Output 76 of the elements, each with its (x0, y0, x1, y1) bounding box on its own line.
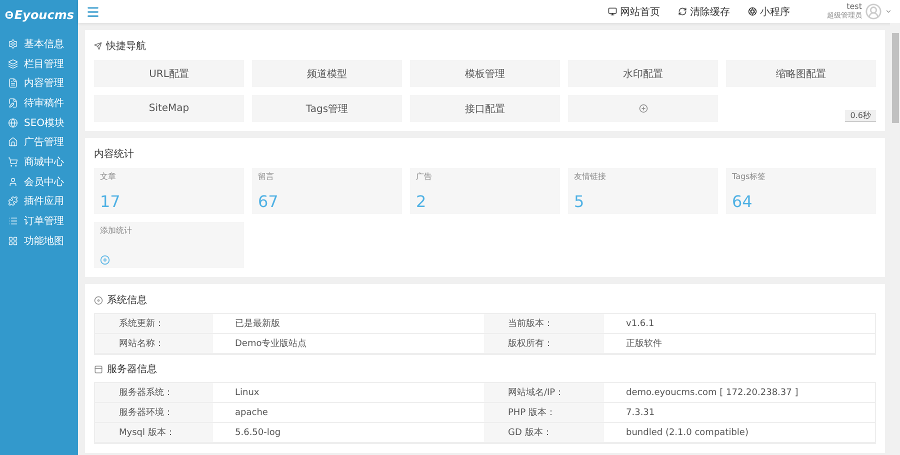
stat-value: 67 (258, 192, 280, 211)
sidebar-item[interactable]: 商城中心 (0, 152, 78, 172)
avatar-icon[interactable] (865, 3, 882, 20)
header-link[interactable]: 小程序 (748, 4, 790, 18)
sidebar-item[interactable]: 会员中心 (0, 172, 78, 192)
info-label: GD 版本： (484, 423, 604, 443)
house-icon (8, 137, 18, 148)
info-label: 系统更新： (95, 314, 213, 334)
timer-badge: 0.6秒 (845, 110, 876, 122)
sidebar-item[interactable]: SEO模块 (0, 112, 78, 132)
panel-title: 内容统计 (94, 148, 134, 161)
logo-mark-icon (5, 8, 14, 22)
logo-text: Eyoucms (14, 8, 74, 22)
user-name: test (846, 2, 862, 10)
info-label: PHP 版本： (484, 403, 604, 423)
sidebar-item[interactable]: 待审稿件 (0, 93, 78, 113)
sidebar-item[interactable]: 功能地图 (0, 230, 78, 251)
gear-icon (8, 38, 18, 49)
stat-label: 添加统计 (100, 225, 133, 236)
header-link[interactable]: 网站首页 (608, 4, 660, 18)
aperture-icon (748, 7, 757, 16)
quick-nav-tile[interactable]: URL配置 (94, 60, 244, 87)
panel-icon (94, 364, 103, 374)
cart-icon (8, 156, 18, 167)
stat-label: 广告 (416, 171, 433, 182)
panel-title: 快捷导航 (106, 40, 146, 53)
stat-value: 17 (100, 192, 122, 211)
quick-nav-tile[interactable]: Tags管理 (252, 95, 402, 122)
info-label: Mysql 版本： (95, 423, 213, 443)
menu-icon[interactable] (86, 4, 100, 18)
sidebar-item[interactable]: 栏目管理 (0, 54, 78, 74)
section-title: 系统信息 (107, 294, 147, 307)
plus-icon[interactable] (100, 255, 110, 265)
section-title: 服务器信息 (107, 362, 157, 376)
header-link[interactable]: 清除缓存 (678, 4, 730, 18)
quick-nav-tile[interactable]: 水印配置 (568, 60, 718, 87)
plus-icon (638, 104, 648, 113)
sidebar-item[interactable]: 广告管理 (0, 132, 78, 152)
info-label: 当前版本： (484, 314, 604, 334)
puzzle-icon (8, 196, 18, 206)
info-label: 版权所有： (484, 334, 604, 354)
quick-nav-tile[interactable]: 频道模型 (252, 60, 402, 87)
add-stat-card[interactable]: 添加统计 (94, 222, 244, 268)
stat-value: 64 (732, 192, 754, 211)
user-icon (8, 176, 18, 187)
stat-value: 2 (416, 192, 428, 211)
stat-label: 留言 (258, 171, 275, 182)
refresh-icon (678, 7, 687, 16)
monitor-icon (608, 7, 617, 16)
disc-icon (94, 296, 103, 304)
quick-nav-tile[interactable]: SiteMap (94, 95, 244, 122)
add-shortcut-button[interactable] (568, 95, 718, 122)
quick-nav-tile[interactable]: 接口配置 (410, 95, 560, 122)
info-label: 网站域名/IP： (484, 383, 604, 403)
pen-document-icon (8, 98, 18, 108)
stat-value: 5 (574, 192, 586, 211)
grid-icon (8, 236, 18, 246)
info-label: 服务器环境： (95, 403, 213, 423)
stat-label: 友情链接 (574, 171, 607, 182)
stat-label: 文章 (100, 171, 117, 182)
sidebar-item[interactable]: 基本信息 (0, 34, 78, 54)
scrollbar-thumb[interactable] (892, 33, 898, 123)
sidebar-item[interactable]: 订单管理 (0, 211, 78, 231)
document-icon (8, 78, 18, 88)
send-icon (94, 42, 102, 50)
globe-icon (8, 118, 18, 128)
list-icon (8, 216, 18, 226)
layers-icon (8, 58, 18, 69)
info-label: 网站名称： (95, 334, 213, 354)
sidebar-item[interactable]: 插件应用 (0, 192, 78, 212)
info-label: 服务器系统： (95, 383, 213, 403)
quick-nav-tile[interactable]: 模板管理 (410, 60, 560, 87)
stat-label: Tags标签 (732, 171, 767, 182)
sidebar-item[interactable]: 内容管理 (0, 73, 78, 94)
quick-nav-tile[interactable]: 缩略图配置 (726, 60, 876, 87)
caret-icon[interactable] (885, 8, 892, 15)
